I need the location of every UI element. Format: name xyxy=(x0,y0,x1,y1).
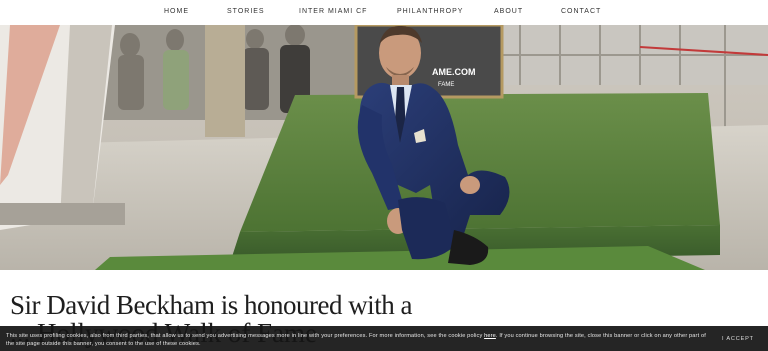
hero-photo: AME.COM FAME xyxy=(0,25,768,270)
cookie-accept-button[interactable]: I ACCEPT xyxy=(722,336,754,342)
nav-item-inter-miami-cf[interactable]: INTER MIAMI CF xyxy=(299,8,367,15)
nav-item-about[interactable]: ABOUT xyxy=(494,8,523,15)
nav-item-home[interactable]: HOME xyxy=(164,8,189,15)
article-headline: Sir David Beckham is honoured with a xyxy=(10,290,412,320)
nav-item-contact[interactable]: CONTACT xyxy=(561,8,601,15)
cookie-policy-link[interactable]: here xyxy=(484,333,496,339)
sign-text-2: FAME xyxy=(438,82,454,88)
sign-text-1: AME.COM xyxy=(432,67,476,77)
hero-image: AME.COM FAME xyxy=(0,25,768,270)
nav-item-philanthropy[interactable]: PHILANTHROPY xyxy=(397,8,463,15)
decor-base xyxy=(0,203,125,225)
top-navigation: HOME STORIES INTER MIAMI CF PHILANTHROPY… xyxy=(0,0,768,25)
nav-item-stories[interactable]: STORIES xyxy=(227,8,265,15)
cookie-text-before-link: This site uses profiling cookies, also f… xyxy=(6,333,483,339)
cookie-text: This site uses profiling cookies, also f… xyxy=(6,332,706,348)
cookie-banner: This site uses profiling cookies, also f… xyxy=(0,326,768,351)
tree-trunk xyxy=(205,25,245,137)
